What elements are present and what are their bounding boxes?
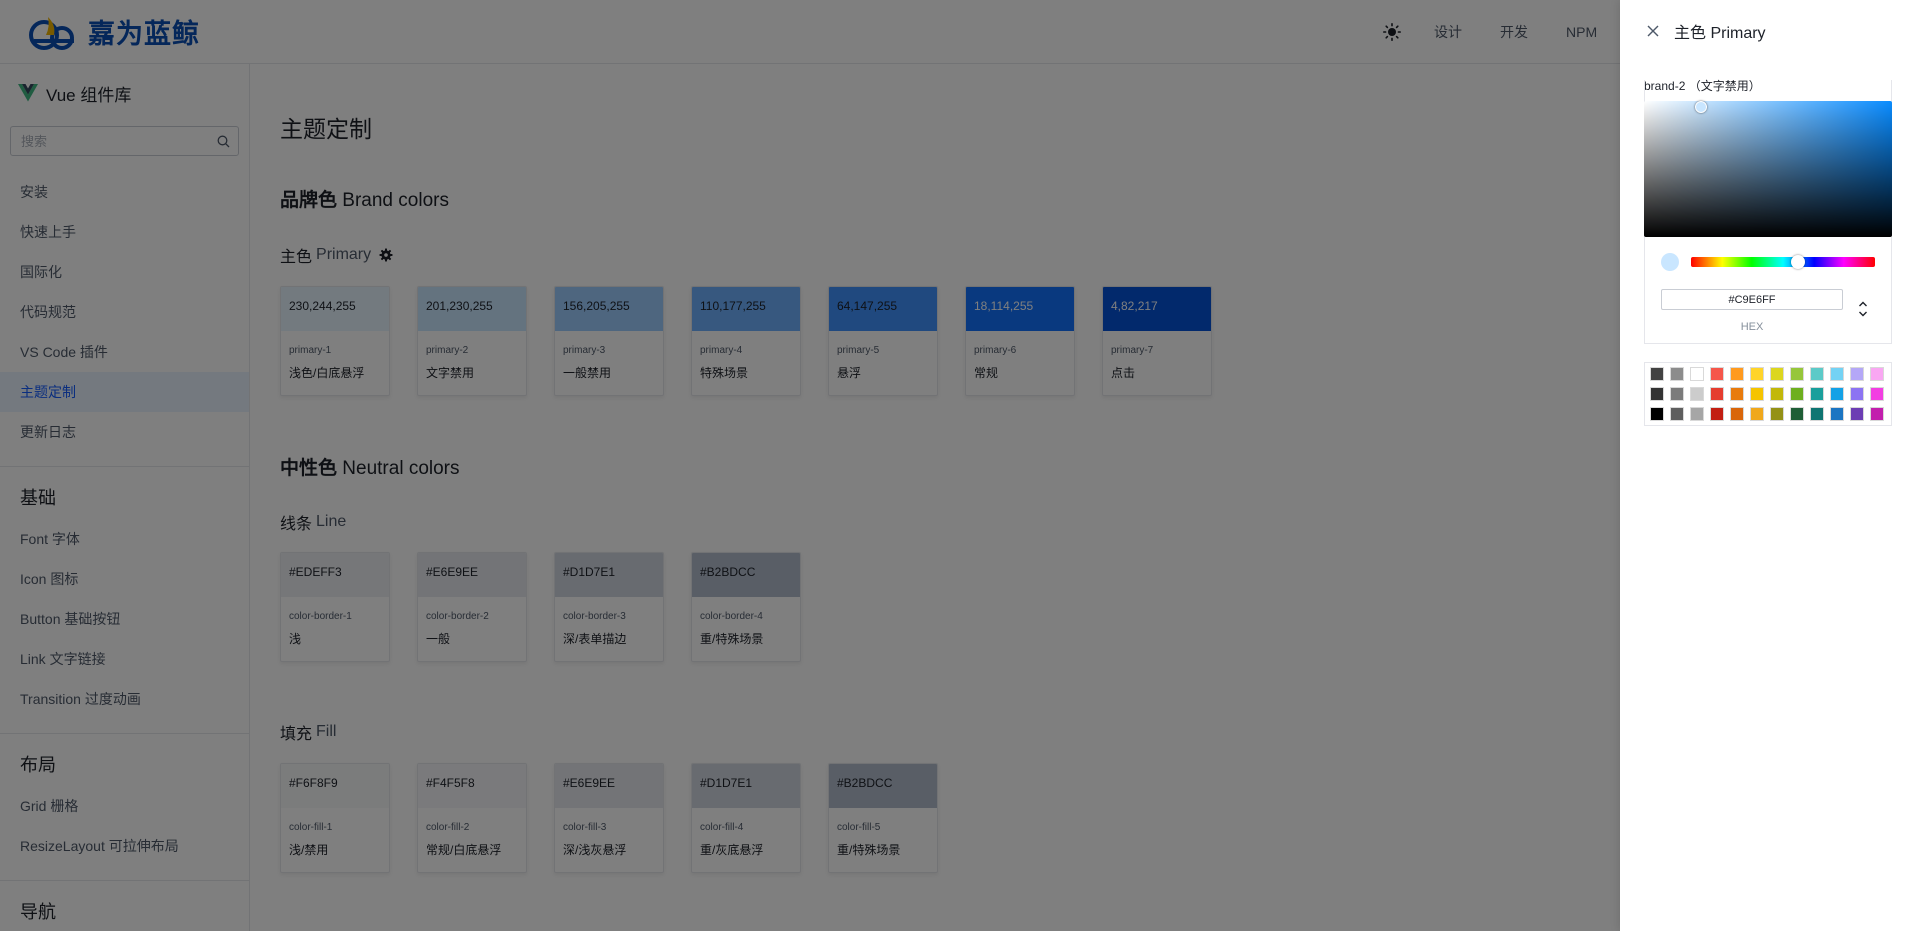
preset-color-swatch[interactable] — [1870, 407, 1884, 421]
preset-color-swatch[interactable] — [1650, 367, 1664, 381]
preset-color-swatch[interactable] — [1830, 387, 1844, 401]
preset-color-swatch[interactable] — [1870, 367, 1884, 381]
preset-color-swatch[interactable] — [1870, 387, 1884, 401]
preset-colors — [1644, 362, 1892, 426]
hue-slider-thumb[interactable] — [1791, 255, 1805, 269]
saturation-value-panel[interactable] — [1644, 101, 1892, 237]
preset-color-swatch[interactable] — [1710, 407, 1724, 421]
preset-color-swatch[interactable] — [1770, 367, 1784, 381]
color-mode-label: HEX — [1740, 321, 1764, 333]
preset-color-swatch[interactable] — [1730, 387, 1744, 401]
modal-mask[interactable] — [0, 0, 1620, 931]
preset-color-swatch[interactable] — [1770, 387, 1784, 401]
preset-color-swatch[interactable] — [1850, 407, 1864, 421]
preset-color-swatch[interactable] — [1750, 387, 1764, 401]
preset-color-swatch[interactable] — [1730, 407, 1744, 421]
preset-color-swatch[interactable] — [1710, 387, 1724, 401]
preset-color-swatch[interactable] — [1650, 407, 1664, 421]
current-color-preview — [1661, 253, 1679, 271]
preset-color-swatch[interactable] — [1670, 407, 1684, 421]
preset-color-swatch[interactable] — [1770, 407, 1784, 421]
preset-color-swatch[interactable] — [1810, 367, 1824, 381]
close-icon[interactable] — [1644, 22, 1662, 40]
preset-color-swatch[interactable] — [1830, 407, 1844, 421]
preset-color-swatch[interactable] — [1690, 367, 1704, 381]
preset-color-swatch[interactable] — [1710, 367, 1724, 381]
drawer-header: 主色 Primary — [1620, 0, 1920, 62]
preset-color-swatch[interactable] — [1810, 407, 1824, 421]
preset-color-swatch[interactable] — [1670, 367, 1684, 381]
preset-color-swatch[interactable] — [1750, 367, 1764, 381]
preset-color-swatch[interactable] — [1690, 407, 1704, 421]
preset-color-swatch[interactable] — [1750, 407, 1764, 421]
preset-color-swatch[interactable] — [1830, 367, 1844, 381]
color-token-label: brand-2 （文字禁用） — [1644, 79, 1761, 93]
hue-slider[interactable] — [1691, 255, 1875, 269]
preset-color-swatch[interactable] — [1690, 387, 1704, 401]
preset-color-swatch[interactable] — [1650, 387, 1664, 401]
preset-color-swatch[interactable] — [1810, 387, 1824, 401]
preset-color-swatch[interactable] — [1790, 367, 1804, 381]
preset-color-swatch[interactable] — [1850, 367, 1864, 381]
saturation-cursor[interactable] — [1695, 101, 1707, 113]
preset-color-swatch[interactable] — [1790, 407, 1804, 421]
mode-switch-icon[interactable] — [1856, 297, 1870, 321]
color-picker-drawer: 主色 Primary brand-2 （文字禁用） HEX — [1620, 0, 1920, 931]
preset-color-swatch[interactable] — [1670, 387, 1684, 401]
preset-color-swatch[interactable] — [1790, 387, 1804, 401]
preset-color-swatch[interactable] — [1730, 367, 1744, 381]
preset-color-swatch[interactable] — [1850, 387, 1864, 401]
drawer-title: 主色 Primary — [1674, 25, 1766, 42]
hex-input[interactable] — [1661, 289, 1843, 310]
